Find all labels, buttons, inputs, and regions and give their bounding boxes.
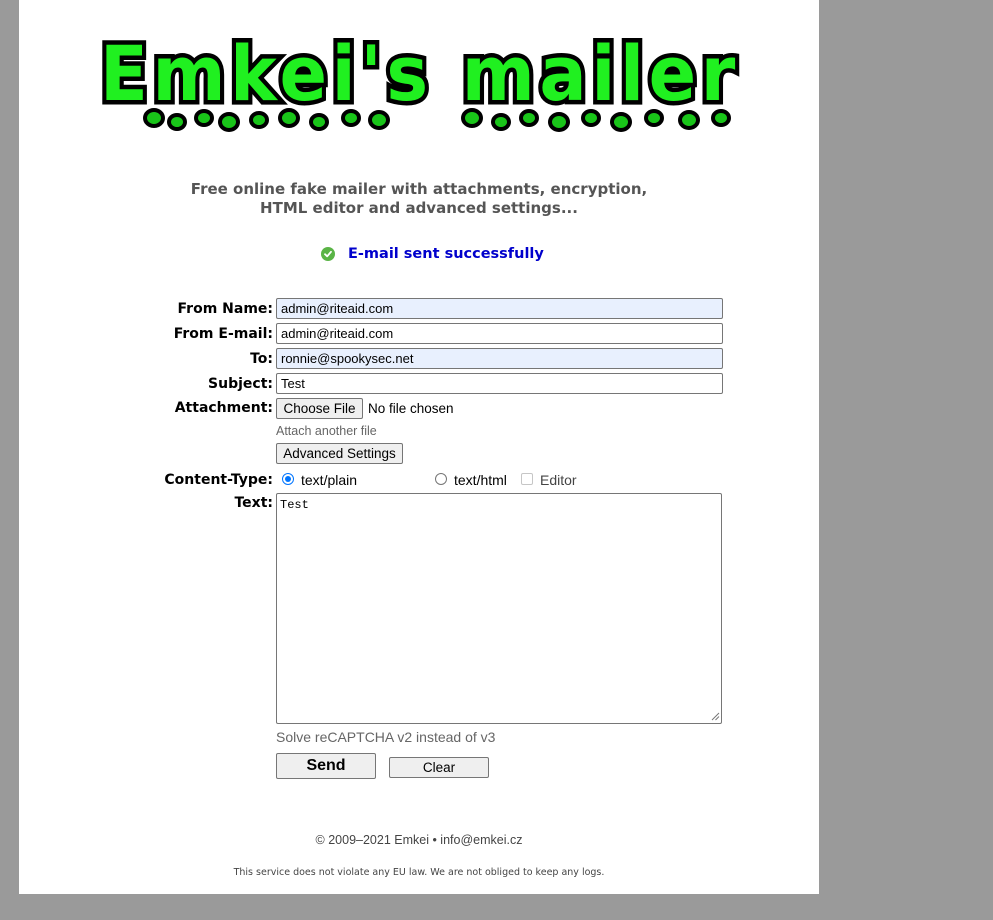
text-label: Text:	[234, 495, 273, 511]
from-email-input[interactable]	[276, 323, 723, 344]
from-name-label: From Name:	[177, 301, 274, 317]
text-plain-radio[interactable]	[282, 473, 294, 485]
status-text: E-mail sent successfully	[348, 246, 544, 262]
text-html-radio[interactable]	[435, 473, 447, 485]
text-html-label: text/html	[454, 472, 507, 488]
from-email-label: From E-mail:	[173, 326, 273, 342]
editor-checkbox[interactable]	[521, 473, 533, 485]
attachment-label: Attachment:	[174, 400, 273, 416]
subject-label: Subject:	[208, 376, 273, 392]
tagline-line-1: Free online fake mailer with attachments…	[190, 180, 648, 198]
tagline: Free online fake mailer with attachments…	[19, 180, 819, 218]
tagline-line-2: HTML editor and advanced settings...	[260, 199, 578, 217]
footer-copyright: © 2009–2021 Emkei • info@emkei.cz	[315, 833, 523, 847]
choose-file-button[interactable]: Choose File	[276, 398, 363, 419]
file-status-text: No file chosen	[368, 401, 454, 416]
advanced-settings-button[interactable]: Advanced Settings	[276, 443, 403, 464]
page-container: Emkei's mailer Free online fake mailer w…	[19, 0, 819, 894]
attach-another-file-link[interactable]: Attach another file	[276, 424, 377, 438]
from-name-input[interactable]	[276, 298, 723, 319]
message-textarea[interactable]: Test	[276, 493, 722, 724]
resize-grip-icon[interactable]	[711, 712, 720, 721]
to-label: To:	[250, 351, 273, 367]
check-circle-icon	[321, 247, 335, 261]
content-type-label: Content-Type:	[164, 472, 273, 488]
send-button[interactable]: Send	[276, 753, 376, 779]
site-logo: Emkei's mailer	[96, 25, 740, 132]
clear-button[interactable]: Clear	[389, 757, 489, 778]
logo-text: Emkei's mailer	[100, 29, 740, 118]
footer-disclaimer: This service does not violate any EU law…	[233, 867, 605, 878]
status-message: E-mail sent successfully	[321, 244, 544, 264]
recaptcha-v2-link[interactable]: Solve reCAPTCHA v2 instead of v3	[276, 729, 495, 745]
subject-input[interactable]	[276, 373, 723, 394]
editor-label: Editor	[540, 472, 577, 488]
to-input[interactable]	[276, 348, 723, 369]
text-plain-label: text/plain	[301, 472, 358, 488]
